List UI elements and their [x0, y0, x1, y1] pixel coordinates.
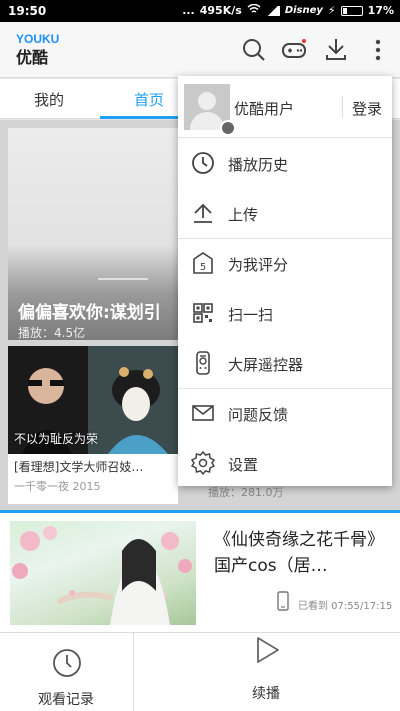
status-net-speed: 495K/s — [199, 4, 242, 17]
qr-code-icon — [190, 300, 216, 326]
remote-control-icon — [190, 350, 216, 376]
watched-progress: 已看到 07:55/17:15 — [298, 601, 393, 612]
tab-active-indicator — [100, 116, 180, 119]
thumbnail-caption: 不以为耻反为荣 — [14, 432, 99, 446]
status-dots: ... — [182, 4, 195, 17]
mail-icon — [190, 400, 216, 426]
promo-title: 《仙侠奇缘之花千骨》国产cos（居… — [214, 530, 384, 576]
youku-logo[interactable]: YOUKU 优酷 — [16, 32, 64, 68]
battery-level: 17% — [367, 4, 394, 17]
video-title: [看理想]文学大师召妓… — [14, 460, 144, 474]
overflow-menu: 优酷用户 登录 播放历史 上传 5 为我评分 扫一扫 大屏遥控器 问题反馈 设置 — [178, 76, 392, 486]
menu-item-settings[interactable]: 设置 — [178, 438, 392, 488]
status-time: 19:50 — [8, 4, 47, 18]
video-thumbnail: 不以为耻反为荣 — [8, 346, 178, 454]
search-icon[interactable] — [240, 36, 268, 64]
menu-item-label: 大屏遥控器 — [228, 356, 304, 374]
login-button[interactable]: 登录 — [352, 98, 382, 119]
menu-item-label: 为我评分 — [228, 256, 289, 274]
menu-item-label: 扫一扫 — [228, 306, 274, 324]
hero-title: 偏偏喜欢你:谋划引 — [18, 303, 161, 323]
app-header: YOUKU 优酷 — [0, 22, 400, 78]
rate-badge: 5 — [200, 262, 206, 273]
rate-icon: 5 — [190, 250, 216, 276]
signal-icon — [265, 5, 280, 16]
menu-item-scan[interactable]: 扫一扫 — [178, 288, 392, 338]
tab-mine[interactable]: 我的 — [34, 89, 64, 110]
promo-thumbnail — [10, 521, 196, 625]
upload-icon — [190, 200, 216, 226]
avatar[interactable] — [184, 84, 236, 136]
menu-item-rate[interactable]: 5 为我评分 — [178, 238, 392, 288]
hero-play-count: 播放：4.5亿 — [18, 326, 86, 340]
gear-icon — [190, 450, 216, 476]
carrier-label: Disney — [284, 5, 323, 16]
status-bar: 19:50 ... 495K/s Disney ⚡ 17% — [0, 0, 400, 22]
divider — [342, 96, 343, 118]
phone-icon — [276, 591, 290, 615]
video-subtitle: 一千零一夜 2015 — [14, 480, 101, 493]
hero-divider — [98, 278, 148, 280]
menu-item-feedback[interactable]: 问题反馈 — [178, 388, 392, 438]
play-icon — [252, 635, 282, 669]
tab-home[interactable]: 首页 — [134, 89, 164, 110]
charging-icon: ⚡ — [327, 4, 336, 17]
menu-item-remote[interactable]: 大屏遥控器 — [178, 338, 392, 388]
menu-item-label: 上传 — [228, 206, 259, 224]
game-controller-icon[interactable] — [280, 36, 308, 64]
menu-item-upload[interactable]: 上传 — [178, 188, 392, 238]
more-vertical-icon[interactable] — [366, 36, 394, 64]
crown-badge-icon — [220, 120, 236, 136]
history-button[interactable]: 观看记录 — [0, 633, 133, 711]
menu-item-label: 问题反馈 — [228, 406, 289, 424]
continue-watching-panel[interactable]: 《仙侠奇缘之花千骨》国产cos（居… 已看到 07:55/17:15 — [0, 513, 400, 632]
bottom-bar: 观看记录 续播 — [0, 632, 400, 711]
wifi-icon — [247, 3, 261, 17]
logo-text-cn: 优酷 — [16, 48, 49, 67]
video-card[interactable]: 不以为耻反为荣 [看理想]文学大师召妓… 一千零一夜 2015 — [8, 346, 178, 504]
menu-item-history[interactable]: 播放历史 — [178, 138, 392, 188]
battery-icon — [340, 5, 363, 16]
menu-item-label: 设置 — [228, 456, 259, 474]
user-name: 优酷用户 — [234, 100, 295, 118]
continue-play-button[interactable]: 续播 — [134, 633, 400, 711]
menu-item-label: 播放历史 — [228, 156, 289, 174]
menu-user-row[interactable]: 优酷用户 登录 — [178, 76, 392, 138]
continue-play-label: 续播 — [252, 686, 280, 702]
download-icon[interactable] — [322, 36, 350, 64]
clock-icon — [190, 150, 216, 176]
history-label: 观看记录 — [38, 692, 94, 708]
clock-icon — [51, 647, 83, 683]
